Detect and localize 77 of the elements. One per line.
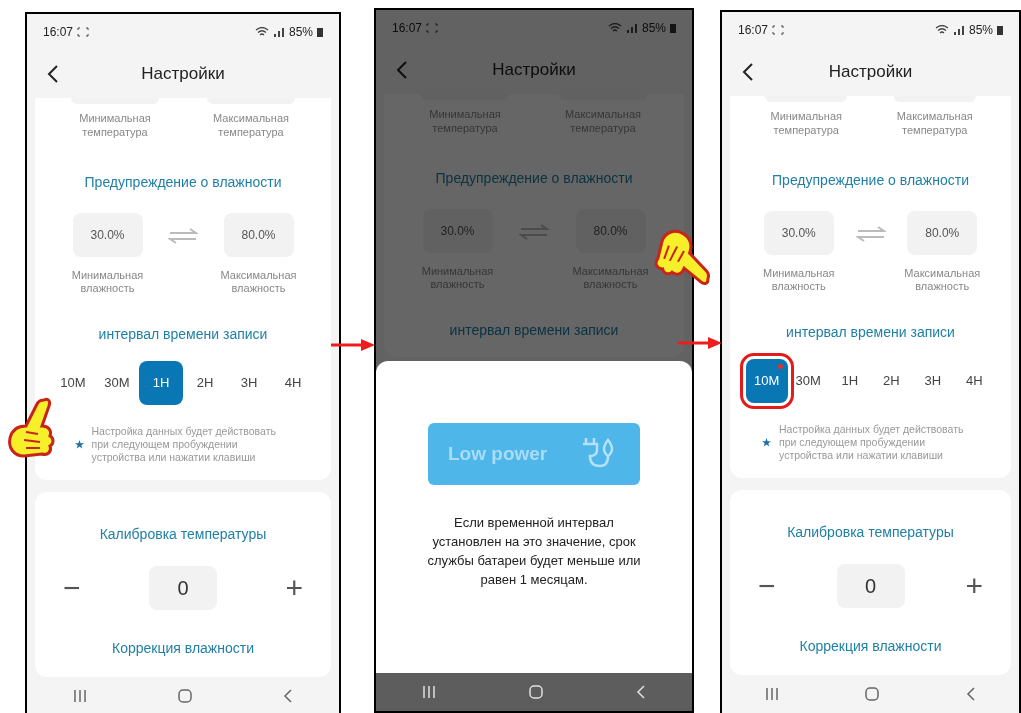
value-field[interactable]: 80.0%	[223, 212, 294, 257]
plus-button[interactable]: +	[957, 563, 991, 609]
section-heading: интервал времени записи	[449, 321, 619, 340]
star-icon	[762, 438, 771, 448]
field-label: Минимальная температура	[78, 112, 152, 140]
field-label: Максимальная влажность	[219, 268, 298, 296]
battery-percent: 85%	[641, 20, 666, 37]
page-title: Настройки	[492, 59, 576, 82]
star-icon	[74, 440, 84, 450]
battery-percent: 85%	[968, 22, 993, 39]
home-icon[interactable]	[178, 689, 192, 703]
signal-icon	[272, 27, 285, 37]
interval-option[interactable]: 2H	[183, 361, 227, 405]
page-title: Настройки	[828, 61, 913, 84]
battery-icon	[317, 27, 323, 37]
note-text: Настройка данных будет действовать при следующем пробуждении устройства или нажатии клавиши	[779, 423, 965, 463]
field-label: Максимальная температура	[212, 112, 290, 140]
plus-button[interactable]: +	[277, 565, 311, 611]
signal-icon	[625, 23, 638, 33]
back-icon[interactable]	[742, 62, 754, 82]
note-text: Настройка данных будет действовать при следующем пробуждении устройства или нажатии клавиши	[91, 425, 277, 465]
page-title: Настройки	[141, 63, 225, 86]
interval-option[interactable]: 2H	[870, 359, 912, 403]
section-heading: интервал времени записи	[786, 323, 955, 342]
screenshot-icon	[426, 23, 439, 33]
section-heading: Калибровка температуры	[99, 525, 267, 545]
interval-option[interactable]: 4H	[953, 359, 995, 403]
value-field[interactable]: 30.0%	[72, 212, 143, 257]
section-heading: Коррекция влажности	[112, 639, 254, 659]
arrow-icon	[331, 338, 375, 352]
field-label: Минимальная температура	[769, 110, 843, 138]
section-heading: Коррекция влажности	[799, 637, 942, 657]
arrow-icon	[678, 336, 722, 350]
value-field[interactable]: 30.0%	[763, 210, 834, 255]
value-field[interactable]: 0	[149, 565, 217, 610]
battery-percent: 85%	[288, 24, 313, 41]
recent-apps-icon[interactable]	[765, 687, 780, 701]
status-time: 16:07	[43, 24, 74, 41]
dialog-message: Если временной интервал установлен на это значение, срок службы батареи будет меньше или равен 1 месяцам.	[426, 514, 642, 589]
home-icon[interactable]	[865, 687, 880, 701]
status-time: 16:07	[738, 22, 769, 39]
swap-icon	[519, 223, 549, 242]
section-heading: Предупреждение о влажности	[772, 170, 969, 190]
minus-button[interactable]: −	[55, 565, 89, 611]
field-label: Максимальная температура	[895, 110, 974, 138]
signal-icon	[952, 25, 965, 35]
interval-option[interactable]: 30M	[787, 359, 829, 403]
battery-icon	[997, 25, 1003, 35]
swap-icon	[855, 225, 886, 244]
interval-option[interactable]: 4H	[271, 361, 315, 405]
section-heading: Калибровка температуры	[787, 523, 954, 543]
screenshot-icon	[772, 25, 785, 35]
field-label: Максимальная влажность	[903, 266, 982, 294]
section-heading: Предупреждение о влажности	[84, 172, 282, 192]
minus-button[interactable]: −	[750, 563, 784, 609]
value-field[interactable]: 80.0%	[907, 210, 978, 255]
recent-apps-icon[interactable]	[72, 689, 87, 703]
swap-icon	[168, 227, 198, 246]
interval-option[interactable]: 3H	[912, 359, 954, 403]
section-heading: Предупреждение о влажности	[435, 168, 633, 188]
section-heading: интервал времени записи	[98, 325, 268, 344]
interval-option[interactable]: 1H	[139, 361, 183, 405]
battery-icon	[670, 23, 676, 33]
value-field[interactable]: 0	[836, 563, 905, 608]
back-icon[interactable]	[47, 64, 59, 84]
banner-text: Low power	[448, 441, 548, 466]
wifi-icon	[934, 25, 949, 35]
wifi-icon	[607, 23, 622, 33]
screenshot-icon	[77, 27, 90, 37]
field-label: Минимальная влажность	[762, 266, 836, 294]
interval-option[interactable]: 10M	[51, 361, 95, 405]
interval-option[interactable]: 1H	[829, 359, 871, 403]
field-label: Минимальная влажность	[70, 268, 145, 296]
wifi-icon	[254, 27, 269, 37]
interval-option[interactable]: 3H	[227, 361, 271, 405]
status-time: 16:07	[392, 20, 423, 37]
interval-option[interactable]: 30M	[95, 361, 139, 405]
